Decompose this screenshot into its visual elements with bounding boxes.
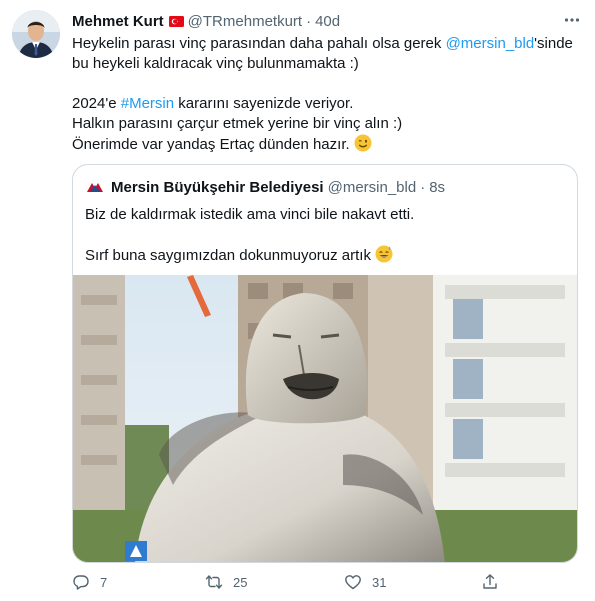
tweet-header: Mehmet Kurt @TRmehmetkurt · 40d [72, 11, 340, 31]
reply-icon [73, 575, 89, 590]
separator-dot: · [306, 12, 312, 30]
mersin-logo-icon [85, 177, 105, 197]
quoted-author-handle[interactable]: @mersin_bld [328, 179, 417, 196]
tweet-actions: 7 25 31 [72, 572, 552, 592]
tweet-text: Heykelin parası vinç parasından daha pah… [72, 34, 577, 155]
share-button[interactable] [481, 572, 499, 592]
more-options-button[interactable] [561, 9, 583, 31]
author-handle[interactable]: @TRmehmetkurt [188, 13, 302, 30]
tweet-line: 2024'e #Mersin kararını sayenizde veriyo… [72, 94, 577, 114]
reply-count: 7 [100, 574, 108, 590]
turkey-flag-icon [168, 15, 184, 27]
tweet-line: Halkın parasını çarçur etmek yerine bir … [72, 115, 403, 132]
tweet-line: Heykelin parası vinç parasından daha pah… [72, 34, 577, 54]
hashtag-link[interactable]: #Mersin [121, 95, 174, 112]
avatar[interactable] [12, 10, 60, 58]
share-icon [483, 574, 497, 589]
text-segment: kararını sayenizde veriyor. [174, 95, 354, 112]
separator-dot: · [420, 178, 426, 196]
text-segment: Sırf buna saygımızdan dokunmuyoruz artık [85, 247, 371, 264]
author-name[interactable]: Mehmet Kurt [72, 13, 164, 30]
text-segment: Önerimde var yandaş Ertaç dünden hazır. [72, 136, 350, 153]
mention-link[interactable]: @mersin_bld [446, 35, 535, 52]
like-button[interactable]: 31 [344, 572, 386, 592]
reply-button[interactable]: 7 [72, 572, 107, 592]
quoted-line: Sırf buna saygımızdan dokunmuyoruz artık [85, 245, 565, 266]
quoted-timestamp[interactable]: 8s [429, 179, 445, 196]
quoted-tweet[interactable]: Mersin Büyükşehir Belediyesi @mersin_bld… [72, 164, 578, 563]
tweet-line: bu heykeli kaldıracak vinç bulunmamakta … [72, 55, 359, 72]
grinning-sweat-emoji-icon [375, 245, 393, 263]
text-segment: Heykelin parası vinç parasından daha pah… [72, 35, 446, 52]
quoted-line: Biz de kaldırmak istedik ama vinci bile … [85, 206, 415, 223]
tweet-line: Önerimde var yandaş Ertaç dünden hazır. [72, 134, 577, 155]
more-horizontal-icon [564, 18, 580, 22]
retweet-button[interactable]: 25 [205, 572, 247, 592]
quoted-tweet-header: Mersin Büyükşehir Belediyesi @mersin_bld… [85, 177, 445, 197]
text-segment: 'sinde [534, 35, 573, 52]
timestamp[interactable]: 40d [315, 13, 340, 30]
text-segment: 2024'e [72, 95, 121, 112]
quoted-author-name[interactable]: Mersin Büyükşehir Belediyesi [111, 179, 324, 196]
statue-photo[interactable] [73, 275, 577, 562]
like-count: 31 [372, 574, 387, 590]
retweet-count: 25 [233, 574, 248, 590]
winking-face-emoji-icon [354, 134, 372, 152]
quoted-tweet-text: Biz de kaldırmak istedik ama vinci bile … [85, 205, 565, 266]
heart-icon [345, 575, 361, 590]
tweet[interactable]: Mehmet Kurt @TRmehmetkurt · 40d Heykelin… [0, 0, 595, 601]
retweet-icon [205, 575, 223, 589]
